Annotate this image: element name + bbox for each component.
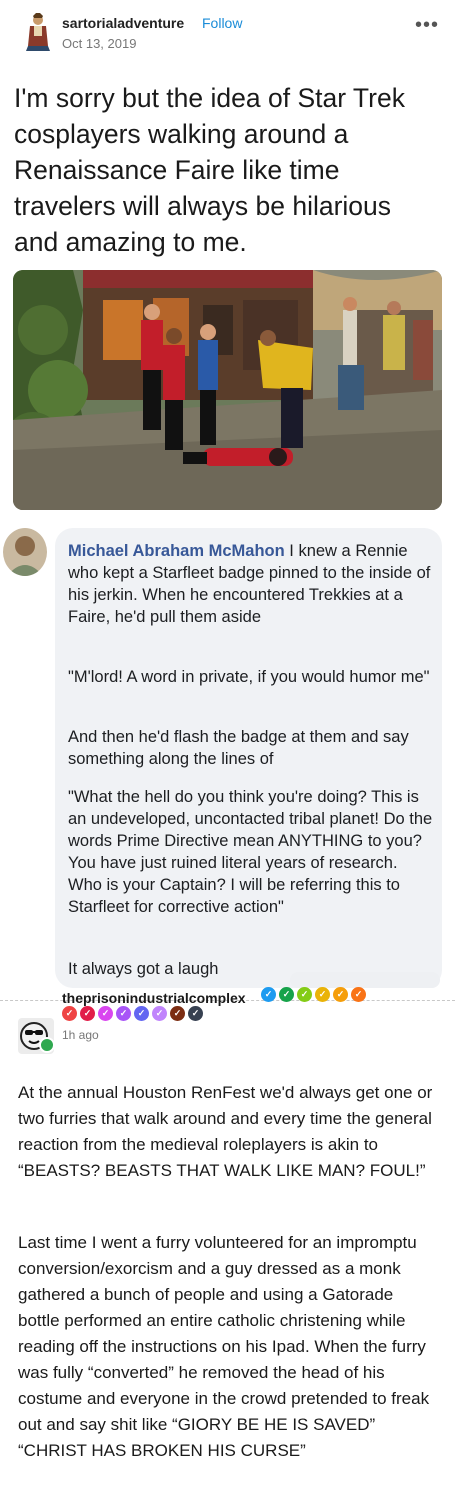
comment-paragraph: And then he'd flash the badge at them an… — [68, 728, 409, 768]
commenter-avatar[interactable] — [3, 528, 47, 576]
verified-badge-icon[interactable]: ✓ — [333, 987, 348, 1002]
post-username[interactable]: sartorialadventure — [62, 15, 184, 31]
commenter-name[interactable]: Michael Abraham McMahon — [68, 542, 285, 560]
reblog-icon — [39, 1037, 55, 1053]
badge-row: ✓ ✓ ✓ ✓ ✓ ✓ ✓ ✓ — [62, 1006, 203, 1026]
verified-badge-icon[interactable]: ✓ — [134, 1006, 149, 1021]
verified-badge-icon[interactable]: ✓ — [62, 1006, 77, 1021]
reblog-paragraph: At the annual Houston RenFest we'd alway… — [18, 1083, 433, 1180]
reblog-time: 1h ago — [62, 1028, 99, 1042]
verified-badge-icon[interactable]: ✓ — [315, 987, 330, 1002]
reblog-username[interactable]: theprisonindustrialcomplex — [62, 988, 246, 1008]
verified-badge-icon[interactable]: ✓ — [116, 1006, 131, 1021]
verified-badge-icon[interactable]: ✓ — [261, 987, 276, 1002]
verified-badge-icon[interactable]: ✓ — [297, 987, 312, 1002]
post-date: Oct 13, 2019 — [62, 36, 137, 51]
verified-badge-icon[interactable]: ✓ — [170, 1006, 185, 1021]
comment-paragraph: Michael Abraham McMahon I knew a Rennie … — [68, 540, 433, 628]
verified-badge-icon[interactable]: ✓ — [188, 1006, 203, 1021]
verified-badge-icon[interactable]: ✓ — [351, 987, 366, 1002]
verified-badge-icon[interactable]: ✓ — [152, 1006, 167, 1021]
user-avatar[interactable] — [22, 12, 54, 52]
verified-badge-icon[interactable]: ✓ — [279, 987, 294, 1002]
badge-row: ✓ ✓ ✓ ✓ ✓ ✓ — [261, 987, 366, 1007]
more-options-icon[interactable]: ••• — [415, 15, 439, 35]
comment-paragraph: "What the hell do you think you're doing… — [68, 788, 433, 916]
comment-paragraph: "M'lord! A word in private, if you would… — [68, 668, 430, 686]
verified-badge-icon[interactable]: ✓ — [80, 1006, 95, 1021]
post-text: I'm sorry but the idea of Star Trek cosp… — [14, 83, 405, 257]
verified-badge-icon[interactable]: ✓ — [98, 1006, 113, 1021]
post-photo — [13, 270, 442, 510]
faire-scene-image — [13, 270, 442, 510]
reblog-paragraph: Last time I went a furry volunteered for… — [18, 1233, 430, 1460]
post-header: sartorialadventure Follow Oct 13, 2019 •… — [0, 0, 455, 62]
follow-button[interactable]: Follow — [202, 15, 242, 31]
comment-paragraph: It always got a laugh — [68, 960, 219, 978]
